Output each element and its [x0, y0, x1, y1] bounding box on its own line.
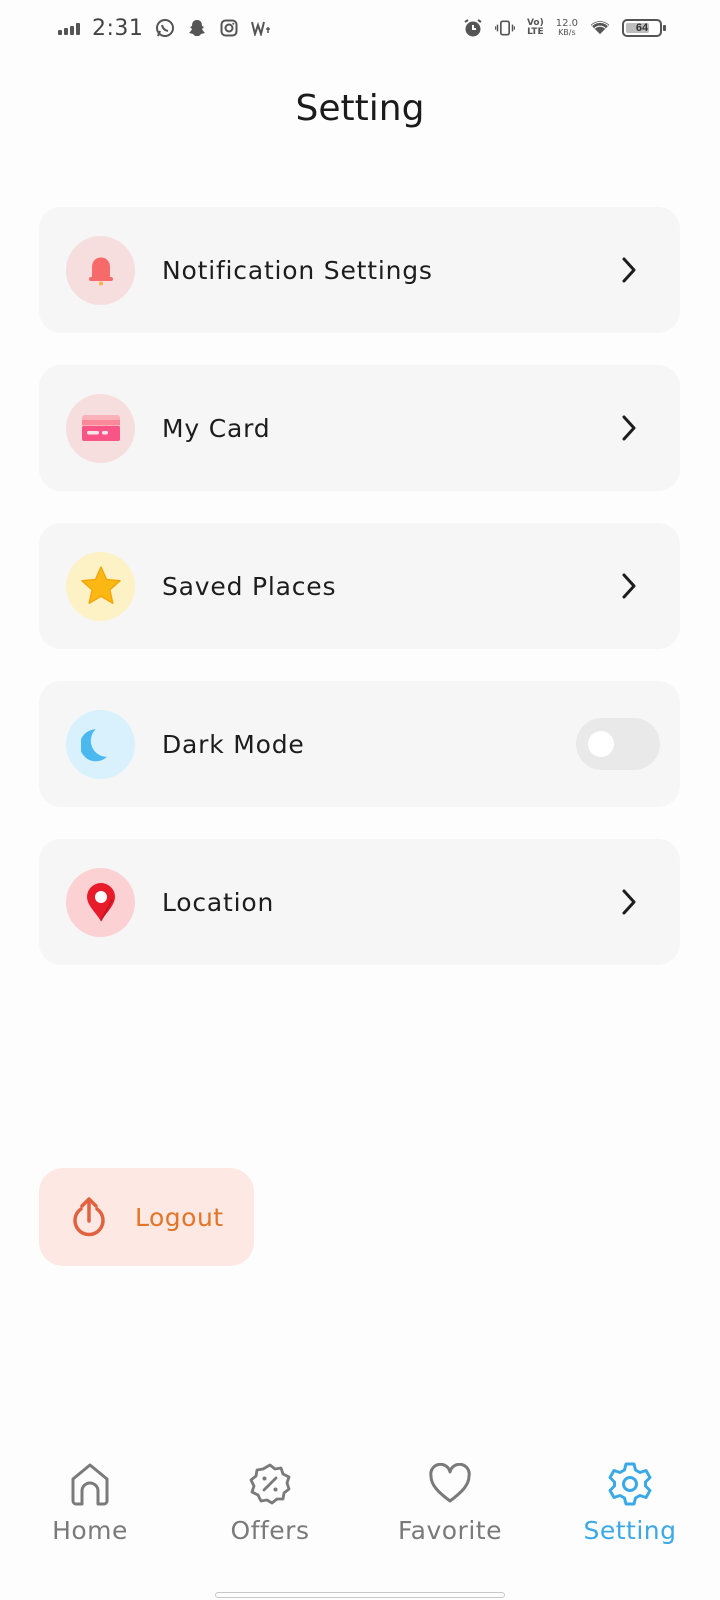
setting-item-notification-settings[interactable]: Notification Settings — [39, 207, 680, 333]
nav-label-home: Home — [52, 1516, 128, 1545]
nav-label-offers: Offers — [230, 1516, 310, 1545]
chevron-right-icon — [614, 255, 644, 285]
wifi-icon — [590, 18, 610, 38]
status-time: 2:31 — [92, 15, 144, 41]
chevron-right-icon — [614, 571, 644, 601]
bell-icon — [88, 257, 113, 286]
star-icon — [80, 566, 121, 604]
nav-item-favorite[interactable]: Favorite — [360, 1460, 540, 1570]
chevron-right-icon — [614, 413, 644, 443]
nav-item-offers[interactable]: Offers — [180, 1460, 360, 1570]
location-pin-icon — [86, 883, 115, 922]
setting-label: My Card — [162, 413, 271, 443]
toggle-knob — [588, 731, 614, 757]
battery-icon: 64 — [622, 19, 666, 37]
heart-icon — [426, 1460, 474, 1508]
whatsapp-icon — [155, 18, 175, 38]
logout-label: Logout — [135, 1202, 224, 1232]
card-icon — [81, 415, 120, 441]
nav-item-home[interactable]: Home — [0, 1460, 180, 1570]
setting-item-my-card[interactable]: My Card — [39, 365, 680, 491]
chevron-right-icon — [614, 887, 644, 917]
card-icon-circle — [66, 393, 135, 463]
dark-mode-toggle[interactable] — [576, 718, 660, 770]
status-left: 2:31 — [58, 16, 271, 41]
nav-label-setting: Setting — [583, 1516, 677, 1545]
network-speed: 12.0 KB/s — [555, 18, 578, 38]
setting-label: Notification Settings — [162, 255, 433, 285]
instagram-icon — [219, 18, 239, 38]
logout-button[interactable]: Logout — [39, 1168, 254, 1266]
alarm-icon — [463, 18, 483, 38]
bell-icon-circle — [66, 235, 135, 305]
nav-item-setting[interactable]: Setting — [540, 1460, 720, 1570]
star-icon-circle — [66, 551, 135, 621]
vibrate-icon — [494, 18, 515, 38]
setting-label: Dark Mode — [162, 729, 305, 759]
moon-icon-circle — [66, 709, 135, 779]
settings-list: Notification Settings My Card Saved Plac… — [39, 207, 680, 997]
moon-icon — [80, 729, 107, 762]
signal-strength-icon — [58, 21, 80, 35]
setting-label: Location — [162, 887, 275, 917]
home-icon — [66, 1460, 114, 1508]
status-right: Vo) LTE 12.0 KB/s 64 — [463, 18, 666, 38]
setting-label: Saved Places — [162, 571, 337, 601]
location-pin-icon-circle — [66, 867, 135, 937]
setting-item-location[interactable]: Location — [39, 839, 680, 965]
setting-item-saved-places[interactable]: Saved Places — [39, 523, 680, 649]
bottom-navigation: Home Offers Favorite Setting — [0, 1460, 720, 1570]
setting-item-dark-mode: Dark Mode — [39, 681, 680, 807]
offers-badge-icon — [246, 1460, 294, 1508]
w-app-icon — [251, 18, 271, 38]
gesture-bar[interactable] — [215, 1592, 505, 1598]
nav-label-favorite: Favorite — [398, 1516, 502, 1545]
volte-indicator: Vo) LTE — [526, 18, 544, 37]
page-title: Setting — [295, 88, 425, 129]
status-bar: 2:31 Vo) LTE 12.0 KB/s 64 — [0, 0, 720, 56]
logout-icon — [73, 1197, 105, 1237]
gear-icon — [606, 1460, 654, 1508]
snapchat-icon — [187, 18, 207, 38]
